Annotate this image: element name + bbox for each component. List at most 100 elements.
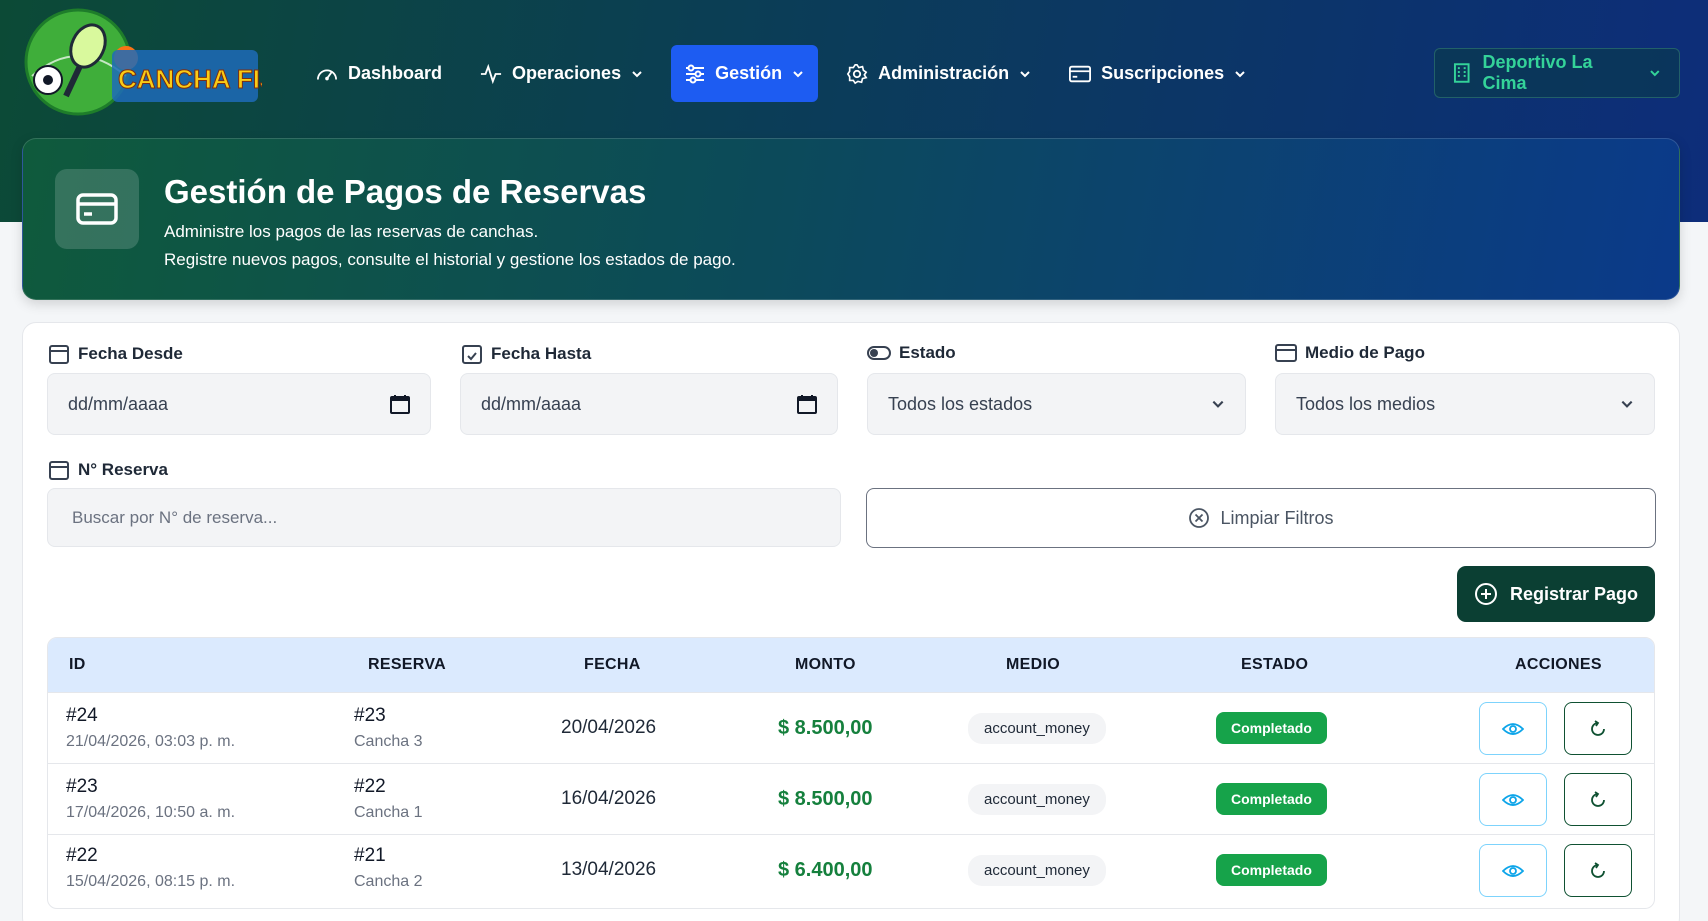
plus-circle-icon <box>1474 583 1497 605</box>
payment-amount: $ 8.500,00 <box>778 717 873 739</box>
nav-operaciones-label: Operaciones <box>512 63 622 83</box>
rotate-icon <box>1591 719 1605 736</box>
payment-created: 17/04/2026, 10:50 a. m. <box>66 804 236 821</box>
calendar-icon <box>49 345 69 364</box>
gear-icon <box>846 63 868 84</box>
reserva-cell: #21 Cancha 2 <box>354 845 423 891</box>
medio-pago-label: Medio de Pago <box>1275 343 1425 363</box>
nav-dashboard[interactable]: Dashboard <box>306 45 452 102</box>
refund-button[interactable] <box>1564 773 1632 826</box>
cancha-name: Cancha 1 <box>354 804 423 821</box>
table-row: #23 17/04/2026, 10:50 a. m. #22 Cancha 1… <box>48 763 1654 834</box>
table-row: #22 15/04/2026, 08:15 p. m. #21 Cancha 2… <box>48 834 1654 905</box>
payment-id: #23 <box>66 776 98 797</box>
column-header-fecha: FECHA <box>584 656 641 673</box>
speedometer-icon <box>317 68 337 80</box>
sliders-icon <box>686 64 705 83</box>
fecha-hasta-label: Fecha Hasta <box>461 343 591 365</box>
reserva-cell: #22 Cancha 1 <box>354 776 423 822</box>
fecha-desde-value: dd/mm/aaaa <box>68 393 169 414</box>
nav-operaciones[interactable]: Operaciones <box>470 45 653 102</box>
payment-date: 16/04/2026 <box>561 788 657 809</box>
status-badge: Completado <box>1216 783 1327 815</box>
payments-table: ID RESERVA FECHA MONTO MEDIO ESTADO ACCI… <box>47 637 1655 909</box>
fecha-hasta-input[interactable]: dd/mm/aaaa <box>460 373 838 435</box>
calendar-icon[interactable] <box>390 394 410 414</box>
cancha-name: Cancha 3 <box>354 733 423 750</box>
chevron-down-icon <box>793 70 803 77</box>
building-icon <box>1453 63 1470 83</box>
company-name: Deportivo La Cima <box>1482 52 1593 93</box>
eye-icon <box>1502 722 1524 735</box>
company-selector[interactable]: Deportivo La Cima <box>1434 48 1680 98</box>
status-badge: Completado <box>1216 712 1327 744</box>
page-header-card: Gestión de Pagos de Reservas Administre … <box>22 138 1680 300</box>
estado-value: Todos los estados <box>888 393 1033 414</box>
nav-administracion-label: Administración <box>878 63 1010 83</box>
payment-date: 13/04/2026 <box>561 859 657 880</box>
credit-card-icon <box>1069 65 1092 82</box>
reserva-cell: #23 Cancha 3 <box>354 705 423 751</box>
reserva-id: #22 <box>354 776 386 797</box>
clear-filters-button[interactable]: Limpiar Filtros <box>866 488 1656 548</box>
chevron-down-icon <box>1235 70 1245 77</box>
wallet-icon <box>1275 344 1297 362</box>
payment-method-badge: account_money <box>968 713 1106 744</box>
fecha-hasta-value: dd/mm/aaaa <box>481 393 582 414</box>
payment-id-cell: #22 15/04/2026, 08:15 p. m. <box>66 845 235 891</box>
credit-card-icon <box>55 169 139 249</box>
estado-select[interactable]: Todos los estados <box>867 373 1246 435</box>
payment-created: 21/04/2026, 03:03 p. m. <box>66 733 236 750</box>
fecha-desde-input[interactable]: dd/mm/aaaa <box>47 373 431 435</box>
medio-pago-value: Todos los medios <box>1296 393 1436 414</box>
cancha-fija-logo[interactable]: CANCHA FIJA <box>22 6 294 118</box>
payment-created: 15/04/2026, 08:15 p. m. <box>66 873 236 890</box>
cancha-name: Cancha 2 <box>354 873 423 890</box>
payment-id-cell: #24 21/04/2026, 03:03 p. m. <box>66 705 235 751</box>
nav-suscripciones[interactable]: Suscripciones <box>1059 45 1256 102</box>
column-header-monto: MONTO <box>795 656 856 673</box>
column-header-id: ID <box>69 656 86 673</box>
estado-label-text: Estado <box>899 343 956 362</box>
table-header: ID RESERVA FECHA MONTO MEDIO ESTADO ACCI… <box>48 638 1654 692</box>
refund-button[interactable] <box>1564 844 1632 897</box>
nav-gestion[interactable]: Gestión <box>671 45 819 102</box>
calendar-icon <box>49 461 69 480</box>
column-header-reserva: RESERVA <box>368 656 446 673</box>
nav-dashboard-label: Dashboard <box>348 63 443 83</box>
column-header-acciones: ACCIONES <box>1515 656 1602 673</box>
eye-icon <box>1502 864 1524 877</box>
view-button[interactable] <box>1479 773 1547 826</box>
register-payment-button[interactable]: Registrar Pago <box>1457 566 1655 622</box>
calendar-icon[interactable] <box>797 394 817 414</box>
rotate-icon <box>1591 861 1605 878</box>
reserva-id: #23 <box>354 705 386 726</box>
refund-button[interactable] <box>1564 702 1632 755</box>
medio-pago-select[interactable]: Todos los medios <box>1275 373 1655 435</box>
payment-amount: $ 6.400,00 <box>778 859 873 881</box>
medio-pago-label-text: Medio de Pago <box>1305 343 1425 362</box>
reserva-label-text: N° Reserva <box>78 460 168 479</box>
clear-filters-label: Limpiar Filtros <box>1220 507 1334 528</box>
view-button[interactable] <box>1479 702 1547 755</box>
reserva-search-placeholder: Buscar por N° de reserva... <box>72 507 278 527</box>
reserva-search-input[interactable]: Buscar por N° de reserva... <box>47 488 841 547</box>
toggle-icon <box>867 346 891 360</box>
view-button[interactable] <box>1479 844 1547 897</box>
table-row: #24 21/04/2026, 03:03 p. m. #23 Cancha 3… <box>48 692 1654 763</box>
payment-id: #22 <box>66 845 98 866</box>
logo-text: CANCHA FIJA <box>118 64 262 94</box>
chevron-down-icon <box>1650 70 1660 77</box>
nav-gestion-label: Gestión <box>715 63 783 83</box>
page-description: Registre nuevos pagos, consulte el histo… <box>164 250 736 269</box>
navbar: CANCHA FIJA Dashboard Operaciones Gestió… <box>0 0 1708 130</box>
fecha-hasta-label-text: Fecha Hasta <box>491 344 592 363</box>
chevron-down-icon <box>1020 70 1030 77</box>
x-circle-icon <box>1189 508 1210 528</box>
column-header-medio: MEDIO <box>1006 656 1060 673</box>
payment-date: 20/04/2026 <box>561 717 657 738</box>
chevron-down-icon <box>632 70 642 77</box>
nav-administracion[interactable]: Administración <box>836 45 1041 102</box>
estado-label: Estado <box>867 343 956 363</box>
column-header-estado: ESTADO <box>1241 656 1309 673</box>
